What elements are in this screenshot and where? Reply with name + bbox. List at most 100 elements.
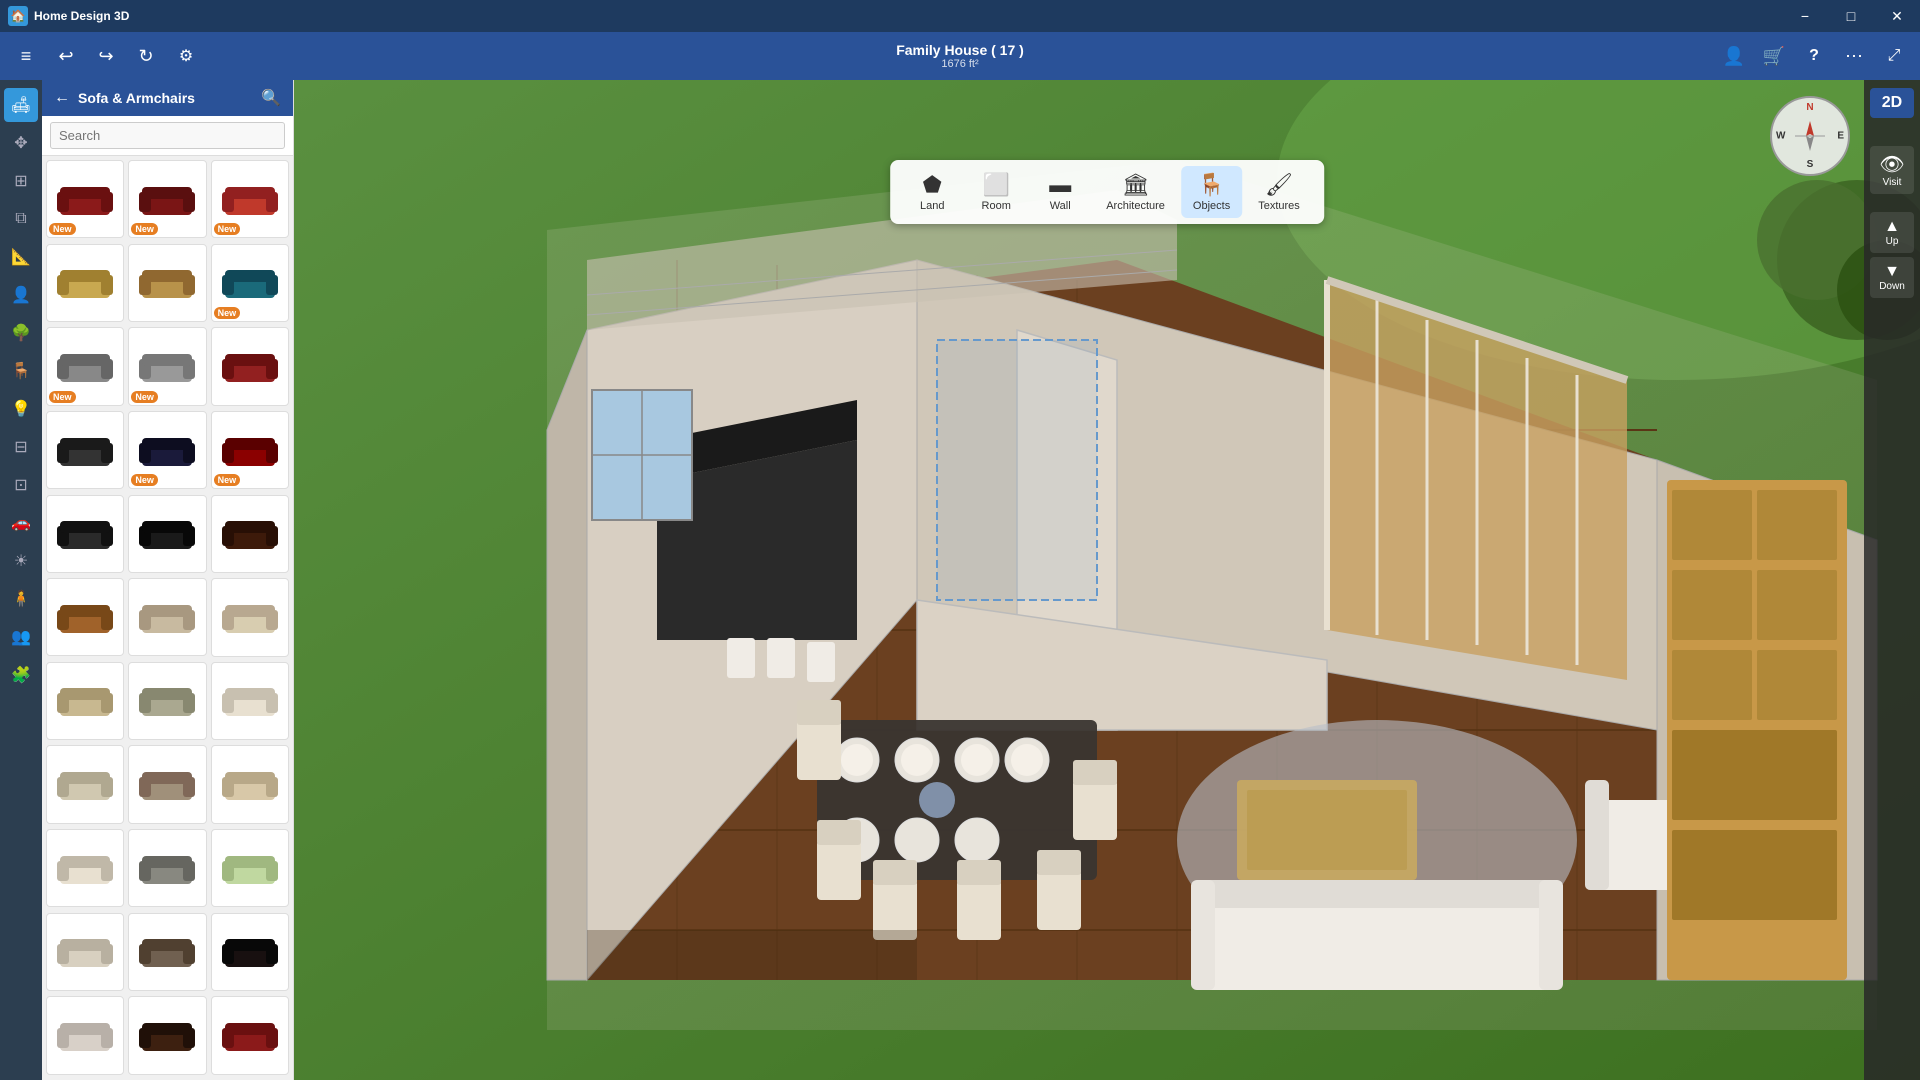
list-item[interactable]	[211, 913, 289, 991]
new-badge: New	[131, 391, 158, 403]
list-item[interactable]	[128, 996, 206, 1074]
more-button[interactable]: ⋯	[1836, 38, 1872, 74]
compass-west: W	[1776, 131, 1785, 142]
tool-textures-label: Textures	[1258, 200, 1300, 212]
tool-strip: ⬟ Land ⬜ Room ▬ Wall 🏛 Architecture 🪑 Ob…	[890, 160, 1324, 224]
list-item[interactable]	[46, 829, 124, 907]
down-arrow-icon: ▼	[1874, 263, 1910, 281]
content-panel: ← Sofa & Armchairs 🔍 New New New	[42, 80, 294, 1080]
refresh-button[interactable]: ↻	[128, 38, 164, 74]
search-icon-button[interactable]: 🔍	[261, 88, 281, 108]
search-input[interactable]	[50, 122, 285, 149]
tool-objects[interactable]: 🪑 Objects	[1181, 166, 1242, 218]
tool-wall-label: Wall	[1050, 200, 1071, 212]
list-item[interactable]	[46, 411, 124, 489]
eye-icon: 👁	[1874, 152, 1910, 177]
compass-north: N	[1806, 102, 1813, 113]
visit-label: Visit	[1874, 177, 1910, 188]
left-icon-bar: 🛋 ✥ ⊞ ⧉ 📐 👤 🌳 🪑 💡 ⊟ ⊡ 🚗 ☀ 🧍 👥 🧩	[0, 80, 42, 1080]
list-item[interactable]	[211, 495, 289, 573]
list-item[interactable]	[46, 913, 124, 991]
cart-button[interactable]: 🛒	[1756, 38, 1792, 74]
list-item[interactable]	[46, 244, 124, 322]
viewport[interactable]: ⬟ Land ⬜ Room ▬ Wall 🏛 Architecture 🪑 Ob…	[294, 80, 1920, 1080]
list-item[interactable]	[128, 829, 206, 907]
list-item[interactable]: New	[46, 160, 124, 238]
sidebar-icon-grid[interactable]: ⊞	[4, 164, 38, 198]
list-item[interactable]	[211, 662, 289, 740]
help-button[interactable]: ?	[1796, 38, 1832, 74]
list-item[interactable]: New	[128, 327, 206, 405]
sidebar-icon-chair[interactable]: 🪑	[4, 354, 38, 388]
tool-objects-label: Objects	[1193, 200, 1230, 212]
list-item[interactable]	[128, 913, 206, 991]
panel-header: ← Sofa & Armchairs 🔍	[42, 80, 293, 116]
list-item[interactable]	[211, 829, 289, 907]
redo-button[interactable]: ↪	[88, 38, 124, 74]
maximize-button[interactable]: □	[1828, 0, 1874, 32]
up-button[interactable]: ▲ Up	[1870, 212, 1914, 253]
list-item[interactable]	[46, 662, 124, 740]
tool-architecture[interactable]: 🏛 Architecture	[1094, 166, 1177, 218]
sidebar-icon-sofa[interactable]: 🛋	[4, 88, 38, 122]
undo-button[interactable]: ↩	[48, 38, 84, 74]
sidebar-icon-group[interactable]: 👥	[4, 620, 38, 654]
list-item[interactable]	[211, 745, 289, 823]
up-label: Up	[1874, 236, 1910, 247]
tool-land[interactable]: ⬟ Land	[902, 166, 962, 218]
window-controls: − □ ✕	[1782, 0, 1920, 32]
list-item[interactable]: New	[211, 244, 289, 322]
tool-room[interactable]: ⬜ Room	[966, 166, 1026, 218]
new-badge: New	[214, 474, 241, 486]
sidebar-icon-person[interactable]: 👤	[4, 278, 38, 312]
view-2d-button[interactable]: 2D	[1870, 88, 1914, 118]
list-item[interactable]: New	[128, 411, 206, 489]
down-button[interactable]: ▼ Down	[1870, 257, 1914, 298]
minimize-button[interactable]: −	[1782, 0, 1828, 32]
list-item[interactable]	[46, 745, 124, 823]
compass: N S W E	[1770, 96, 1850, 176]
back-button[interactable]: ←	[54, 89, 70, 107]
sidebar-icon-move[interactable]: ✥	[4, 126, 38, 160]
sidebar-icon-tree[interactable]: 🌳	[4, 316, 38, 350]
settings-button[interactable]: ⚙	[168, 38, 204, 74]
list-item[interactable]	[46, 495, 124, 573]
project-subtitle: 1676 ft²	[896, 58, 1024, 70]
textures-icon: 🖌	[1265, 172, 1293, 198]
sidebar-icon-sun[interactable]: ☀	[4, 544, 38, 578]
list-item[interactable]	[211, 996, 289, 1074]
tool-textures[interactable]: 🖌 Textures	[1246, 166, 1312, 218]
sidebar-icon-car[interactable]: 🚗	[4, 506, 38, 540]
list-item[interactable]	[128, 662, 206, 740]
menu-button[interactable]: ≡	[8, 38, 44, 74]
list-item[interactable]	[46, 578, 124, 656]
sidebar-icon-fence[interactable]: ⊡	[4, 468, 38, 502]
list-item[interactable]	[128, 578, 206, 656]
new-badge: New	[131, 223, 158, 235]
sidebar-icon-stairs[interactable]: ⊟	[4, 430, 38, 464]
sidebar-icon-measure[interactable]: 📐	[4, 240, 38, 274]
close-button[interactable]: ✕	[1874, 0, 1920, 32]
list-item[interactable]	[46, 996, 124, 1074]
sidebar-icon-lamp[interactable]: 💡	[4, 392, 38, 426]
list-item[interactable]	[128, 244, 206, 322]
sidebar-icon-layers[interactable]: ⧉	[4, 202, 38, 236]
visit-button[interactable]: 👁 Visit	[1870, 146, 1914, 194]
list-item[interactable]	[128, 745, 206, 823]
list-item[interactable]: New	[211, 411, 289, 489]
tool-wall[interactable]: ▬ Wall	[1030, 166, 1090, 218]
title-bar: 🏠 Home Design 3D − □ ✕	[0, 0, 1920, 32]
objects-icon: 🪑	[1198, 172, 1225, 198]
search-bar-container	[42, 116, 293, 156]
sidebar-icon-puzzle[interactable]: 🧩	[4, 658, 38, 692]
sidebar-icon-person2[interactable]: 🧍	[4, 582, 38, 616]
tool-architecture-label: Architecture	[1106, 200, 1165, 212]
list-item[interactable]	[211, 327, 289, 405]
list-item[interactable]	[211, 578, 289, 656]
list-item[interactable]	[128, 495, 206, 573]
list-item[interactable]: New	[46, 327, 124, 405]
list-item[interactable]: New	[211, 160, 289, 238]
list-item[interactable]: New	[128, 160, 206, 238]
expand-button[interactable]: ⤢	[1876, 38, 1912, 74]
user-button[interactable]: 👤	[1716, 38, 1752, 74]
